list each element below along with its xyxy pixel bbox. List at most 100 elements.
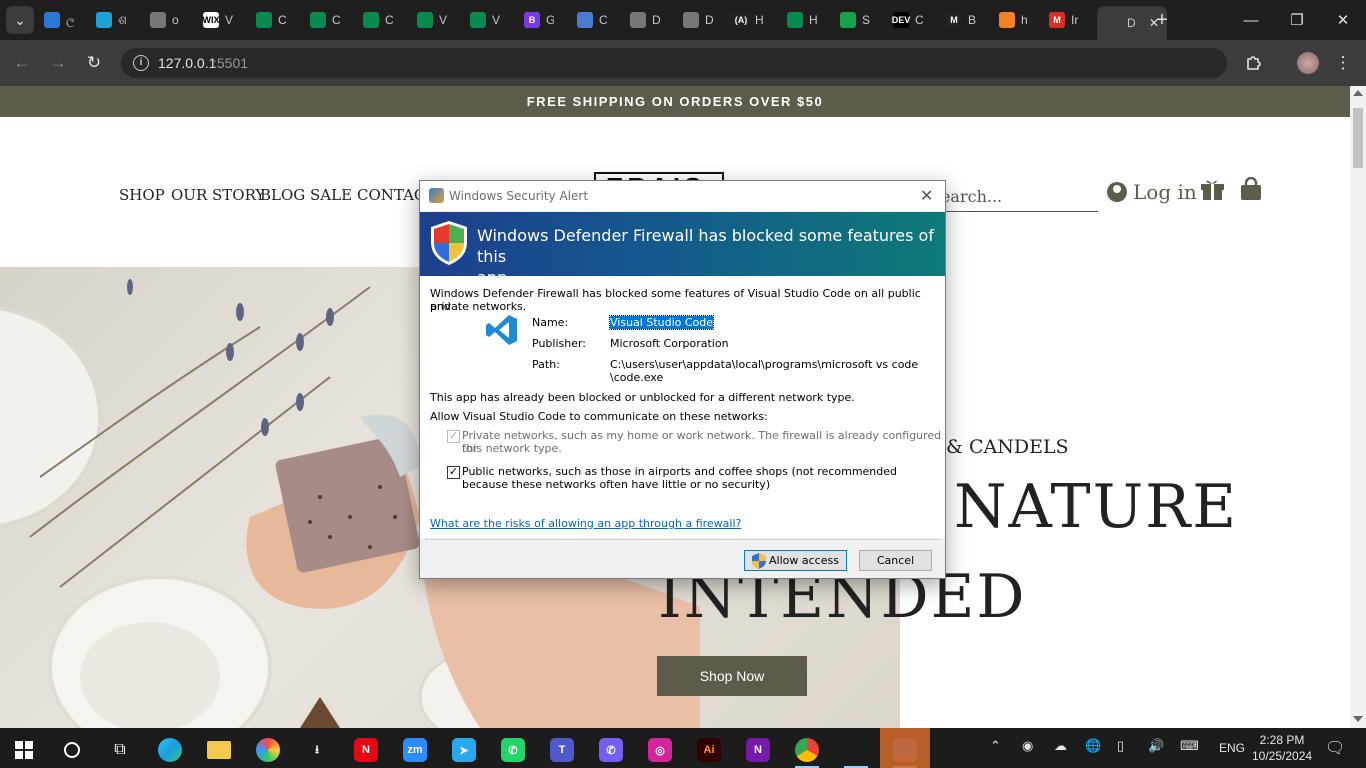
minimize-button[interactable]: — bbox=[1228, 0, 1274, 40]
webcam-icon[interactable]: ◉ bbox=[1022, 738, 1033, 754]
site-info-icon[interactable]: i bbox=[133, 55, 149, 71]
browser-tab[interactable]: M Ir bbox=[1049, 8, 1079, 32]
w-icon bbox=[310, 12, 326, 28]
tab-search-button[interactable]: ⌄ bbox=[6, 6, 34, 34]
publisher-value[interactable]: Microsoft Corporation bbox=[610, 337, 729, 350]
browser-tab[interactable]: C bbox=[256, 8, 286, 32]
allow-networks-label: Allow Visual Studio Code to communicate … bbox=[430, 410, 768, 423]
search-button[interactable] bbox=[52, 732, 92, 768]
browser-tab[interactable]: MB bbox=[946, 8, 976, 32]
chrome-taskbar-button[interactable] bbox=[787, 732, 827, 768]
browser-tab[interactable]: C bbox=[363, 8, 393, 32]
shopping-bag-icon[interactable] bbox=[1240, 176, 1262, 201]
private-networks-line2: this network type. bbox=[462, 442, 562, 455]
nav-our-story[interactable]: OUR STORY bbox=[171, 186, 265, 204]
netflix-taskbar-button[interactable]: N bbox=[346, 732, 386, 768]
dialog-close-icon[interactable]: ✕ bbox=[920, 186, 933, 206]
login-label: Log in bbox=[1133, 180, 1197, 204]
onedrive-icon[interactable]: ☁ bbox=[1054, 738, 1067, 754]
restore-button[interactable]: ❐ bbox=[1274, 0, 1320, 40]
browser-tab[interactable]: DEV C bbox=[892, 8, 923, 32]
browser-tab[interactable]: C bbox=[310, 8, 340, 32]
vscode-icon bbox=[486, 315, 517, 345]
close-icon: ✕ bbox=[1336, 12, 1350, 29]
shop-now-button[interactable]: Shop Now bbox=[657, 656, 807, 696]
tab-title: G bbox=[546, 13, 554, 27]
keyboard-icon[interactable]: ⌨ bbox=[1180, 738, 1199, 754]
telegram-taskbar-button[interactable]: ➤ bbox=[444, 732, 484, 768]
notifications-icon[interactable]: 🗨 bbox=[1325, 738, 1345, 758]
browser-tab[interactable]: V bbox=[470, 8, 500, 32]
close-window-button[interactable]: ✕ bbox=[1320, 0, 1366, 40]
browser-tab[interactable]: (A) H bbox=[733, 8, 763, 32]
scroll-down-arrow-icon[interactable] bbox=[1353, 716, 1363, 722]
nav-shop[interactable]: SHOP bbox=[119, 186, 165, 204]
task-view-button[interactable]: ⧉ bbox=[100, 732, 140, 768]
back-button[interactable]: ← bbox=[11, 52, 33, 74]
browser-tab[interactable]: o bbox=[150, 8, 180, 32]
nav-blog[interactable]: BLOG bbox=[260, 186, 305, 204]
browser-tab[interactable]: C bbox=[577, 8, 607, 32]
page-scrollbar[interactable] bbox=[1350, 86, 1366, 728]
folder-taskbar-button[interactable] bbox=[199, 732, 239, 768]
browser-tab[interactable]: ල bbox=[44, 8, 74, 32]
search-input[interactable]: Search... bbox=[930, 187, 1098, 206]
gift-icon[interactable] bbox=[1200, 177, 1225, 201]
dialog-title: Windows Security Alert bbox=[449, 189, 589, 203]
path-value-line2[interactable]: \code.exe bbox=[610, 371, 663, 384]
whatsapp-taskbar-button[interactable]: ✆ bbox=[493, 732, 533, 768]
zoom-taskbar-button[interactable]: zm bbox=[395, 732, 435, 768]
vscode-taskbar-button[interactable] bbox=[836, 732, 876, 768]
scroll-up-arrow-icon[interactable] bbox=[1353, 90, 1363, 96]
forward-button[interactable]: → bbox=[47, 52, 69, 74]
cancel-button[interactable]: Cancel bbox=[859, 550, 932, 571]
browser-tab[interactable]: BG bbox=[524, 8, 554, 32]
allow-access-button[interactable]: Allow access bbox=[744, 550, 847, 571]
public-networks-checkbox[interactable]: ✓ bbox=[447, 466, 460, 479]
tab-title: H bbox=[809, 13, 817, 27]
profile-avatar[interactable] bbox=[1297, 52, 1319, 74]
start-button[interactable] bbox=[4, 732, 44, 768]
new-tab-button[interactable]: + bbox=[1150, 8, 1174, 32]
network-globe-icon[interactable]: 🌐 bbox=[1085, 738, 1101, 754]
browser-tab[interactable]: D bbox=[683, 8, 713, 32]
address-bar[interactable]: i 127.0.0.1 :5501 bbox=[121, 48, 1227, 78]
nav-sale[interactable]: SALE bbox=[310, 186, 352, 204]
netflix-icon: N bbox=[354, 738, 378, 762]
browser-tab[interactable]: ଶ bbox=[96, 8, 126, 32]
clock[interactable]: 2:28 PM 10/25/2024 bbox=[1252, 732, 1312, 764]
chrome-menu-button[interactable]: ⋮ bbox=[1332, 52, 1354, 74]
download-taskbar-button[interactable]: ⭳ bbox=[297, 732, 337, 768]
browser-tab[interactable]: h bbox=[999, 8, 1029, 32]
paint-taskbar-button[interactable] bbox=[248, 732, 288, 768]
teams-taskbar-button[interactable]: T bbox=[542, 732, 582, 768]
edge-taskbar-button[interactable] bbox=[150, 732, 190, 768]
path-value-line1[interactable]: C:\users\user\appdata\local\programs\mic… bbox=[610, 358, 918, 371]
tab-title: C bbox=[599, 13, 607, 27]
tray-overflow-icon[interactable]: ⌃ bbox=[990, 738, 1001, 754]
browser-tab[interactable]: V bbox=[417, 8, 447, 32]
onenote-taskbar-button[interactable]: N bbox=[738, 732, 778, 768]
name-value[interactable]: Visual Studio Code bbox=[608, 315, 715, 330]
login-link[interactable]: Log in bbox=[1107, 180, 1197, 204]
extensions-button[interactable] bbox=[1243, 52, 1265, 74]
firewall-risks-link[interactable]: What are the risks of allowing an app th… bbox=[430, 517, 741, 530]
scroll-thumb[interactable] bbox=[1353, 108, 1363, 168]
language-indicator[interactable]: ENG bbox=[1219, 741, 1245, 755]
globe-icon bbox=[683, 12, 699, 28]
browser-tab[interactable]: S bbox=[840, 8, 870, 32]
instagram-taskbar-button[interactable]: ◎ bbox=[640, 732, 680, 768]
browser-tab[interactable]: H bbox=[787, 8, 817, 32]
battery-icon[interactable]: ▯ bbox=[1117, 738, 1124, 754]
restore-icon: ❐ bbox=[1290, 12, 1304, 29]
minimize-icon: — bbox=[1243, 11, 1259, 29]
browser-tab[interactable]: D bbox=[630, 8, 660, 32]
teams-icon: T bbox=[550, 738, 574, 762]
illustrator-taskbar-button[interactable]: Ai bbox=[689, 732, 729, 768]
reload-button[interactable]: ↻ bbox=[83, 52, 105, 74]
browser-tab[interactable]: WIX V bbox=[203, 8, 233, 32]
volume-icon[interactable]: 🔊 bbox=[1148, 738, 1164, 754]
m-icon: M bbox=[946, 12, 962, 28]
viber-taskbar-button[interactable]: ✆ bbox=[591, 732, 631, 768]
url-port: :5501 bbox=[213, 55, 249, 71]
